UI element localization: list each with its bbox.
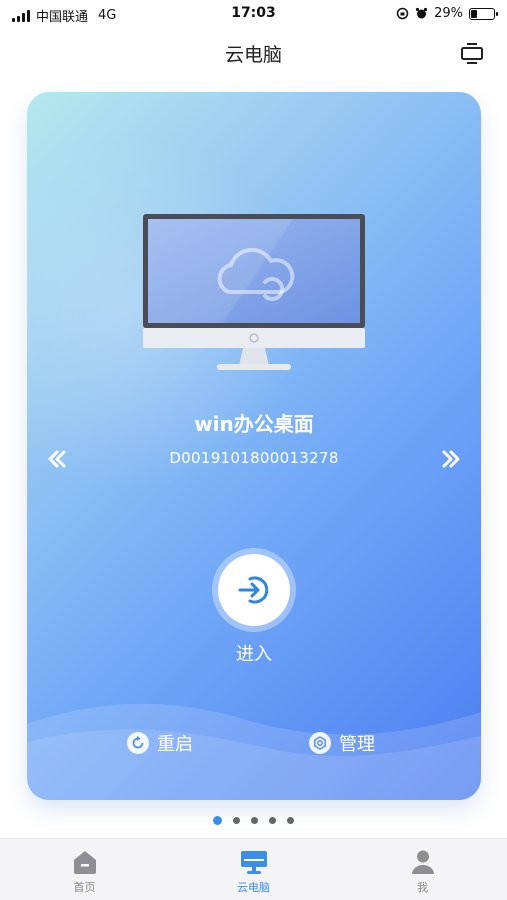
restart-button[interactable]: 重启 [127, 730, 193, 756]
manage-label: 管理 [339, 734, 375, 755]
tab-me[interactable]: 我 [338, 839, 507, 900]
tab-cloud-pc-label: 云电脑 [237, 881, 270, 894]
desktop-name: win办公桌面 [194, 412, 314, 436]
tab-home-label: 首页 [73, 881, 96, 894]
page-title: 云电脑 [224, 44, 282, 66]
battery-percent: 29% [434, 6, 463, 21]
tab-cloud-pc[interactable]: 云电脑 [169, 839, 338, 900]
card-wave-decoration [27, 703, 481, 800]
page-indicator [0, 816, 507, 825]
page-dot[interactable] [251, 817, 258, 824]
restart-icon [127, 732, 149, 754]
page-dot[interactable] [233, 817, 240, 824]
status-bar: 中国联通 4G 17:03 29% [0, 0, 507, 28]
desktop-id: D0019101800013278 [169, 449, 339, 467]
enter-button[interactable] [212, 548, 296, 632]
page-dot[interactable] [213, 816, 222, 825]
home-icon [73, 851, 96, 874]
page-dot[interactable] [287, 817, 294, 824]
prev-desktop-icon[interactable] [45, 447, 69, 471]
enter-button-inner[interactable] [218, 554, 290, 626]
tab-me-label: 我 [417, 881, 428, 894]
alarm-icon [415, 7, 428, 19]
status-right: 29% [396, 6, 498, 21]
page-dot[interactable] [269, 817, 276, 824]
monitor-icon [240, 851, 267, 874]
login-icon [238, 576, 269, 604]
gear-icon [309, 732, 331, 754]
restart-label: 重启 [157, 734, 193, 755]
manage-button[interactable]: 管理 [309, 730, 375, 756]
nav-bar: 云电脑 [0, 28, 507, 78]
orientation-lock-icon [396, 7, 409, 20]
cloud-desktop-card[interactable]: win办公桌面 D0019101800013278 进入 重启 管理 [27, 92, 481, 800]
person-icon [411, 850, 434, 874]
monitor-illustration [143, 214, 365, 370]
switch-screen-icon[interactable] [459, 40, 485, 66]
tab-home[interactable]: 首页 [0, 839, 169, 900]
tab-bar: 首页 云电脑 我 [0, 838, 507, 900]
enter-label: 进入 [236, 644, 272, 665]
next-desktop-icon[interactable] [439, 447, 463, 471]
battery-icon [469, 7, 498, 20]
